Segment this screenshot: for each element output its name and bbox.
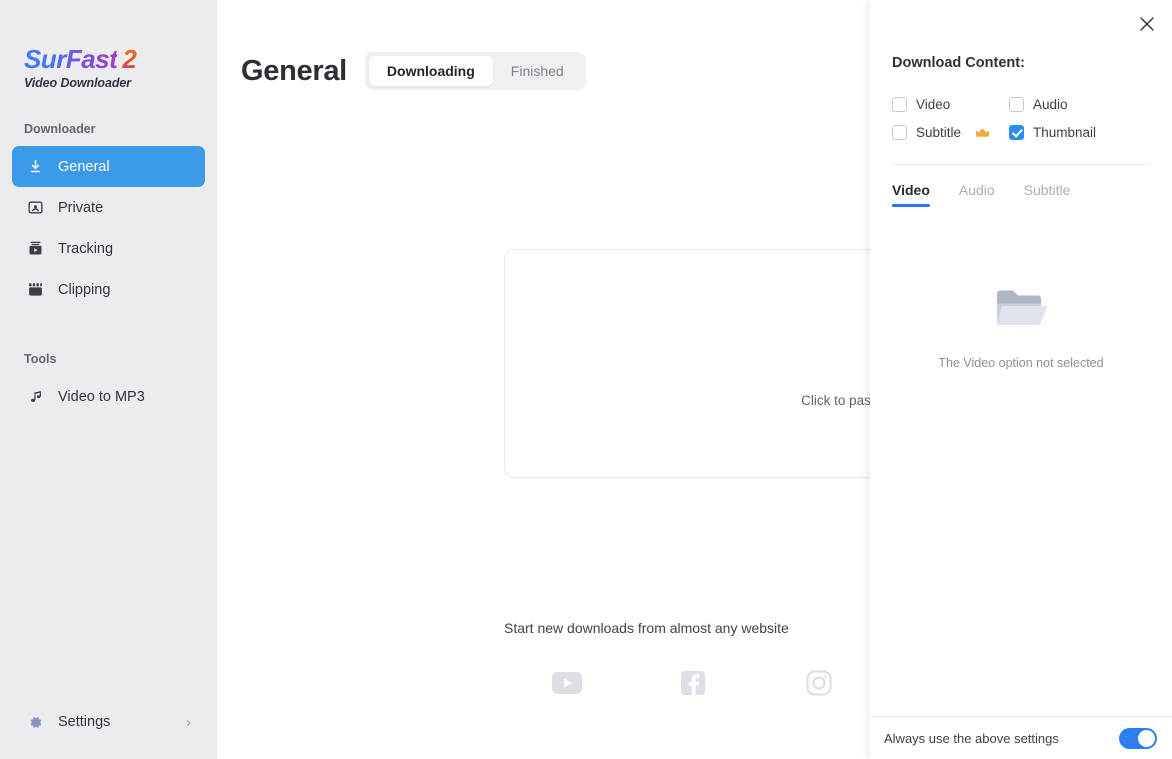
clipping-film-icon: [26, 280, 45, 299]
brand-subtitle: Video Downloader: [24, 76, 131, 90]
toggle-knob: [1138, 729, 1155, 747]
sidebar-item-private[interactable]: Private: [12, 187, 205, 228]
tracking-box-icon: [26, 239, 45, 258]
checkbox-box[interactable]: [892, 97, 907, 112]
chevron-right-icon: ›: [186, 713, 191, 731]
settings-label: Settings: [58, 714, 111, 730]
youtube-icon[interactable]: [550, 666, 584, 705]
sidebar-item-label: Clipping: [58, 281, 111, 298]
facebook-icon[interactable]: [676, 666, 710, 705]
instagram-icon[interactable]: [802, 666, 836, 705]
sidebar-section-downloader: Downloader: [24, 122, 96, 136]
tab-group: Downloading Finished: [364, 52, 586, 90]
sidebar-item-video-to-mp3[interactable]: Video to MP3: [12, 376, 205, 417]
always-use-settings-label: Always use the above settings: [884, 730, 1059, 746]
sidebar-item-label: Private: [58, 199, 104, 216]
checkbox-subtitle[interactable]: Subtitle: [892, 125, 1009, 140]
sidebar-item-label: Tracking: [58, 240, 114, 257]
tab-downloading[interactable]: Downloading: [368, 56, 493, 86]
app-window: SurFast 2 Video Downloader Downloader Gen…: [0, 0, 1172, 759]
sidebar-item-settings[interactable]: Settings ›: [12, 701, 205, 743]
brand-name: SurFast: [24, 44, 118, 74]
sidebar-section-tools: Tools: [24, 352, 57, 366]
panel-footer: Always use the above settings: [870, 716, 1172, 759]
brand-logo: SurFast 2 Video Downloader: [0, 0, 217, 90]
sidebar-footer: Settings ›: [0, 701, 217, 759]
tab-finished[interactable]: Finished: [493, 56, 582, 86]
watermark: [453, 8, 563, 44]
private-person-icon: [26, 198, 45, 217]
checkbox-box[interactable]: [1009, 125, 1024, 140]
checkbox-label: Thumbnail: [1033, 125, 1097, 140]
open-folder-icon: [993, 285, 1049, 336]
premium-crown-icon: [975, 127, 990, 139]
checkbox-box[interactable]: [1009, 97, 1024, 112]
always-use-settings-toggle[interactable]: [1119, 727, 1157, 749]
panel-body: Download Content: Video Audio Subtitle T…: [870, 0, 1172, 165]
download-content-checkboxes: Video Audio Subtitle Thumbnail: [892, 97, 1150, 140]
panel-tab-group: Video Audio Subtitle: [870, 165, 1172, 207]
music-note-icon: [26, 387, 45, 406]
checkbox-label: Video: [916, 97, 951, 112]
page-title: General: [241, 54, 347, 87]
sidebar-nav-downloader: General Private Tracking Clipping: [0, 146, 217, 310]
checkbox-label: Subtitle: [916, 125, 962, 140]
panel-empty-state: The Video option not selected: [870, 207, 1172, 716]
download-content-panel: Download Content: Video Audio Subtitle T…: [870, 0, 1172, 759]
sidebar: SurFast 2 Video Downloader Downloader Gen…: [0, 0, 217, 759]
gear-icon: [26, 713, 45, 732]
close-icon[interactable]: [1136, 13, 1158, 35]
sidebar-item-tracking[interactable]: Tracking: [12, 228, 205, 269]
checkbox-label: Audio: [1033, 97, 1068, 112]
panel-tab-video[interactable]: Video: [892, 182, 930, 207]
brand-version: 2: [122, 44, 137, 74]
checkbox-box[interactable]: [892, 125, 907, 140]
checkbox-thumbnail[interactable]: Thumbnail: [1009, 125, 1150, 140]
sidebar-nav-tools: Video to MP3: [0, 376, 217, 417]
empty-state-text: The Video option not selected: [938, 356, 1104, 370]
sidebar-item-label: Video to MP3: [58, 388, 145, 405]
sidebar-item-clipping[interactable]: Clipping: [12, 269, 205, 310]
checkbox-audio[interactable]: Audio: [1009, 97, 1150, 112]
panel-tab-audio[interactable]: Audio: [959, 182, 995, 207]
sidebar-item-label: General: [58, 158, 110, 175]
panel-tab-subtitle[interactable]: Subtitle: [1024, 182, 1071, 207]
sidebar-item-general[interactable]: General: [12, 146, 205, 187]
checkbox-video[interactable]: Video: [892, 97, 1009, 112]
panel-title: Download Content:: [892, 55, 1025, 71]
download-arrow-icon: [26, 157, 45, 176]
